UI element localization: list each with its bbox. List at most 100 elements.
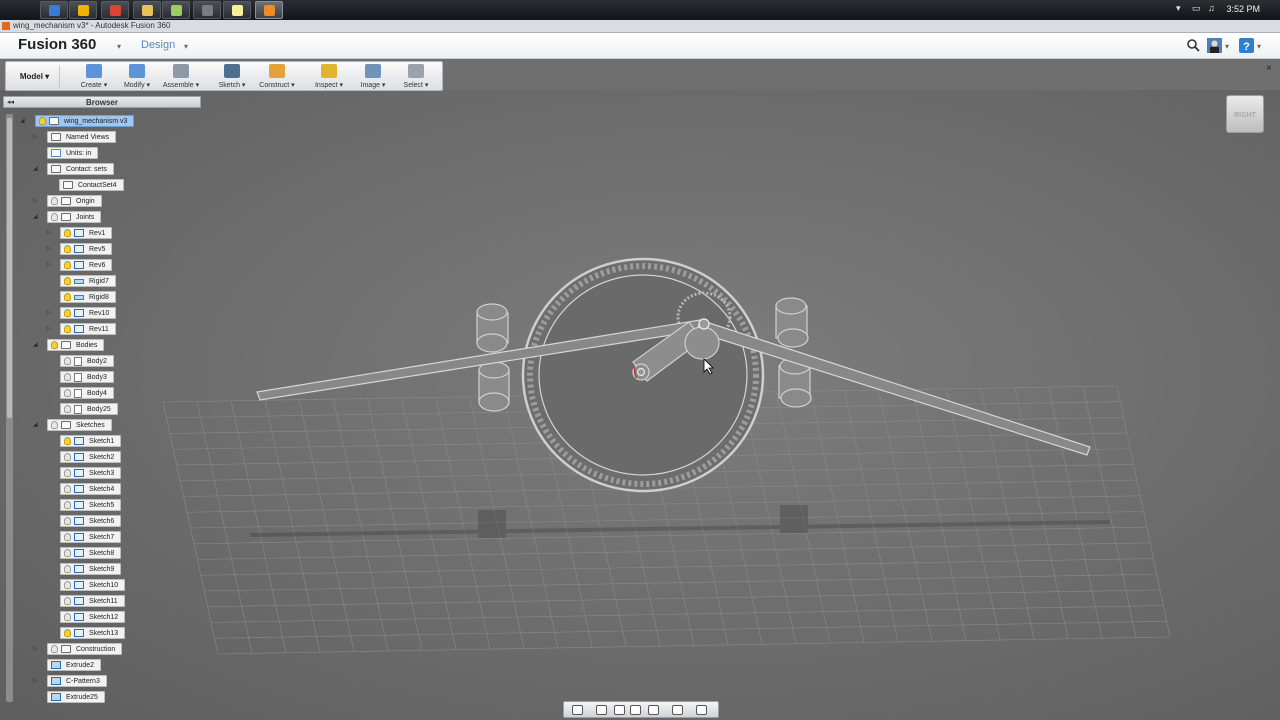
visibility-bulb-icon[interactable] <box>64 501 71 509</box>
browser-node[interactable]: Sketch9 <box>0 563 200 575</box>
browser-node[interactable]: ◢ Joints <box>0 211 200 223</box>
toolbar-select-button[interactable]: Select ▾ <box>396 62 436 92</box>
browser-node-pill[interactable]: Construction <box>47 643 123 655</box>
toolbar-create-button[interactable]: Create ▾ <box>74 62 114 92</box>
browser-node-pill[interactable]: Body3 <box>60 371 114 383</box>
taskbar-app-button[interactable] <box>223 1 251 19</box>
browser-node-pill[interactable]: C-Pattern3 <box>47 675 107 687</box>
help-icon[interactable]: ? <box>1239 38 1254 53</box>
visibility-bulb-icon[interactable] <box>64 405 71 413</box>
toolbar-construct-button[interactable]: Construct ▾ <box>257 62 297 92</box>
collapse-icon[interactable]: ◢ <box>33 165 38 172</box>
expand-icon[interactable]: ▷ <box>46 261 51 268</box>
taskbar-app-button[interactable] <box>255 1 283 19</box>
visibility-bulb-icon[interactable] <box>51 213 58 221</box>
visibility-bulb-icon[interactable] <box>64 389 71 397</box>
visibility-bulb-icon[interactable] <box>64 597 71 605</box>
expand-icon[interactable]: ▷ <box>33 677 38 684</box>
browser-node-pill[interactable]: Named Views <box>47 131 117 143</box>
browser-node-pill[interactable]: Joints <box>47 211 102 223</box>
browser-node[interactable]: Body3 <box>0 371 200 383</box>
browser-node-pill[interactable]: Rigid7 <box>60 275 116 287</box>
visibility-bulb-icon[interactable] <box>64 245 71 253</box>
browser-node-pill[interactable]: Sketch13 <box>60 627 126 639</box>
browser-node-pill[interactable]: ContactSet4 <box>59 179 124 191</box>
browser-node[interactable]: Sketch1 <box>0 435 200 447</box>
browser-node-pill[interactable]: Sketch10 <box>60 579 126 591</box>
browser-node[interactable]: Sketch8 <box>0 547 200 559</box>
visibility-bulb-icon[interactable] <box>64 277 71 285</box>
app-name[interactable]: Fusion 360 <box>18 36 96 53</box>
expand-icon[interactable]: ▷ <box>33 645 38 652</box>
browser-node-pill[interactable]: Rev10 <box>60 307 117 319</box>
browser-node[interactable]: ◢ wing_mechanism v3 <box>0 115 200 127</box>
browser-node-pill[interactable]: Sketch11 <box>60 595 125 607</box>
browser-node[interactable]: Sketch4 <box>0 483 200 495</box>
browser-node-pill[interactable]: Sketch12 <box>60 611 126 623</box>
browser-node[interactable]: ▷ C-Pattern3 <box>0 675 200 687</box>
user-menu-chevron-icon[interactable]: ▾ <box>1225 42 1229 51</box>
browser-node[interactable]: ▷ Rev1 <box>0 227 200 239</box>
visibility-bulb-icon[interactable] <box>64 453 71 461</box>
visibility-bulb-icon[interactable] <box>64 565 71 573</box>
visibility-bulb-icon[interactable] <box>64 437 71 445</box>
visibility-bulb-icon[interactable] <box>64 229 71 237</box>
browser-node[interactable]: Sketch5 <box>0 499 200 511</box>
user-avatar-icon[interactable] <box>1207 38 1222 53</box>
collapse-icon[interactable]: ◢ <box>33 421 38 428</box>
expand-icon[interactable]: ▷ <box>46 229 51 236</box>
visibility-bulb-icon[interactable] <box>64 325 71 333</box>
browser-node[interactable]: Body25 <box>0 403 200 415</box>
visibility-bulb-icon[interactable] <box>64 581 71 589</box>
visibility-bulb-icon[interactable] <box>64 549 71 557</box>
collapse-icon[interactable]: ◢ <box>20 117 25 124</box>
toolbar-sketch-button[interactable]: Sketch ▾ <box>212 62 252 92</box>
browser-node-pill[interactable]: Sketch9 <box>60 563 122 575</box>
collapse-icon[interactable]: ◢ <box>33 341 38 348</box>
browser-node-pill[interactable]: Sketch1 <box>60 435 122 447</box>
visibility-bulb-icon[interactable] <box>64 373 71 381</box>
visibility-bulb-icon[interactable] <box>64 261 71 269</box>
look-at-icon[interactable] <box>596 705 607 715</box>
orbit-icon[interactable] <box>572 705 583 715</box>
browser-node[interactable]: Sketch13 <box>0 627 200 639</box>
visibility-bulb-icon[interactable] <box>51 197 58 205</box>
workspace-switcher[interactable]: Design <box>141 39 175 51</box>
browser-node-pill[interactable]: Rigid8 <box>60 291 116 303</box>
taskbar-app-button[interactable] <box>133 1 161 19</box>
expand-icon[interactable]: ▷ <box>46 309 51 316</box>
pan-icon[interactable] <box>614 705 625 715</box>
taskbar-app-button[interactable] <box>40 1 68 19</box>
model-workspace-button[interactable]: Model ▾ <box>10 66 60 88</box>
browser-node-pill[interactable]: Origin <box>47 195 102 207</box>
visibility-bulb-icon[interactable] <box>39 117 46 125</box>
taskbar-clock[interactable]: 3:52 PM <box>1226 4 1260 14</box>
browser-node-pill[interactable]: wing_mechanism v3 <box>35 115 135 127</box>
browser-node[interactable]: ◢ Sketches <box>0 419 200 431</box>
browser-node[interactable]: ▷ Named Views <box>0 131 200 143</box>
browser-node[interactable]: ▷ Rev6 <box>0 259 200 271</box>
visibility-bulb-icon[interactable] <box>51 421 58 429</box>
browser-node-pill[interactable]: Sketch8 <box>60 547 122 559</box>
browser-node[interactable]: Sketch10 <box>0 579 200 591</box>
browser-node[interactable]: Sketch6 <box>0 515 200 527</box>
browser-node-pill[interactable]: Sketch7 <box>60 531 122 543</box>
visibility-bulb-icon[interactable] <box>51 341 58 349</box>
toolbar-modify-button[interactable]: Modify ▾ <box>117 62 157 92</box>
search-icon[interactable] <box>1186 38 1201 53</box>
browser-node[interactable]: Sketch2 <box>0 451 200 463</box>
fit-icon[interactable] <box>648 705 659 715</box>
browser-node-pill[interactable]: Sketch5 <box>60 499 122 511</box>
expand-icon[interactable]: ▷ <box>46 245 51 252</box>
browser-node-pill[interactable]: Units: in <box>47 147 99 159</box>
browser-node-pill[interactable]: Contact: sets <box>47 163 114 175</box>
tray-expand-icon[interactable]: ▾ <box>1176 3 1181 14</box>
browser-node[interactable]: Sketch12 <box>0 611 200 623</box>
visibility-bulb-icon[interactable] <box>64 293 71 301</box>
browser-node-pill[interactable]: Sketch6 <box>60 515 122 527</box>
workspace-chevron-icon[interactable]: ▾ <box>184 42 188 51</box>
browser-node-pill[interactable]: Body2 <box>60 355 114 367</box>
browser-node[interactable]: ▷ Construction <box>0 643 200 655</box>
tray-volume-icon[interactable]: ♫ <box>1208 3 1215 13</box>
browser-node[interactable]: ◢ Bodies <box>0 339 200 351</box>
